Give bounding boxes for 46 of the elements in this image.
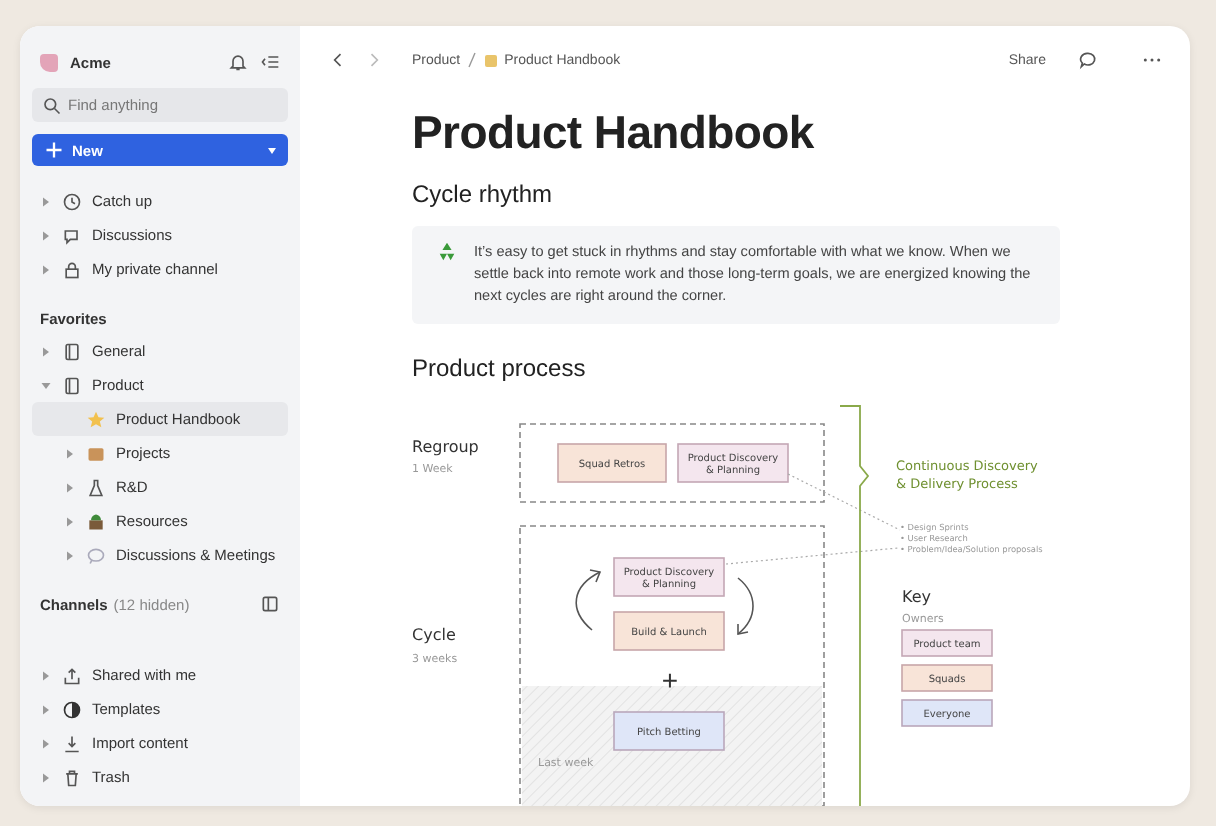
caret-icon[interactable] bbox=[40, 669, 52, 681]
caret-icon[interactable] bbox=[64, 481, 76, 493]
plant-icon bbox=[86, 511, 106, 531]
caret-icon[interactable] bbox=[64, 549, 76, 561]
caret-icon[interactable] bbox=[40, 229, 52, 241]
panel-icon bbox=[260, 594, 280, 614]
caret-icon[interactable] bbox=[40, 703, 52, 715]
plus-icon bbox=[44, 140, 64, 160]
document-icon bbox=[62, 341, 82, 361]
plus-sign: + bbox=[661, 664, 679, 696]
phase-label: Cycle bbox=[412, 626, 456, 644]
upload-icon bbox=[62, 665, 82, 685]
caret-icon[interactable] bbox=[40, 737, 52, 749]
folder-icon bbox=[86, 443, 106, 463]
chat-icon bbox=[62, 225, 82, 245]
section-heading: Cycle rhythm bbox=[412, 180, 555, 208]
bubble-icon bbox=[86, 545, 106, 565]
flask-icon bbox=[86, 477, 106, 497]
curved-arrow bbox=[737, 577, 754, 635]
caret-icon[interactable] bbox=[40, 195, 52, 207]
curved-arrow bbox=[575, 569, 602, 631]
dotted-line bbox=[787, 473, 901, 531]
caret-icon[interactable] bbox=[40, 345, 52, 357]
logo-icon bbox=[40, 53, 58, 71]
caret-icon[interactable] bbox=[64, 447, 76, 459]
bell-icon bbox=[228, 52, 248, 72]
caret-icon[interactable] bbox=[40, 379, 52, 391]
download-icon bbox=[62, 733, 82, 753]
caret-icon[interactable] bbox=[40, 263, 52, 275]
comment-icon bbox=[1078, 50, 1098, 70]
half-circle-icon bbox=[62, 699, 82, 719]
trash-icon bbox=[62, 767, 82, 787]
key-title: Key bbox=[902, 588, 932, 606]
lock-icon bbox=[62, 259, 82, 279]
collapse-icon bbox=[260, 52, 280, 72]
phase-label: Regroup bbox=[412, 438, 479, 456]
page-icon bbox=[484, 53, 499, 67]
page-title: Product Handbook bbox=[412, 106, 816, 160]
recycle-icon bbox=[436, 240, 458, 262]
caret-icon[interactable] bbox=[64, 515, 76, 527]
clock-icon bbox=[62, 191, 82, 211]
separator-icon bbox=[468, 52, 477, 68]
section-heading: Product process bbox=[412, 354, 588, 382]
caret-icon[interactable] bbox=[40, 771, 52, 783]
document-icon bbox=[62, 375, 82, 395]
star-icon bbox=[86, 409, 106, 429]
